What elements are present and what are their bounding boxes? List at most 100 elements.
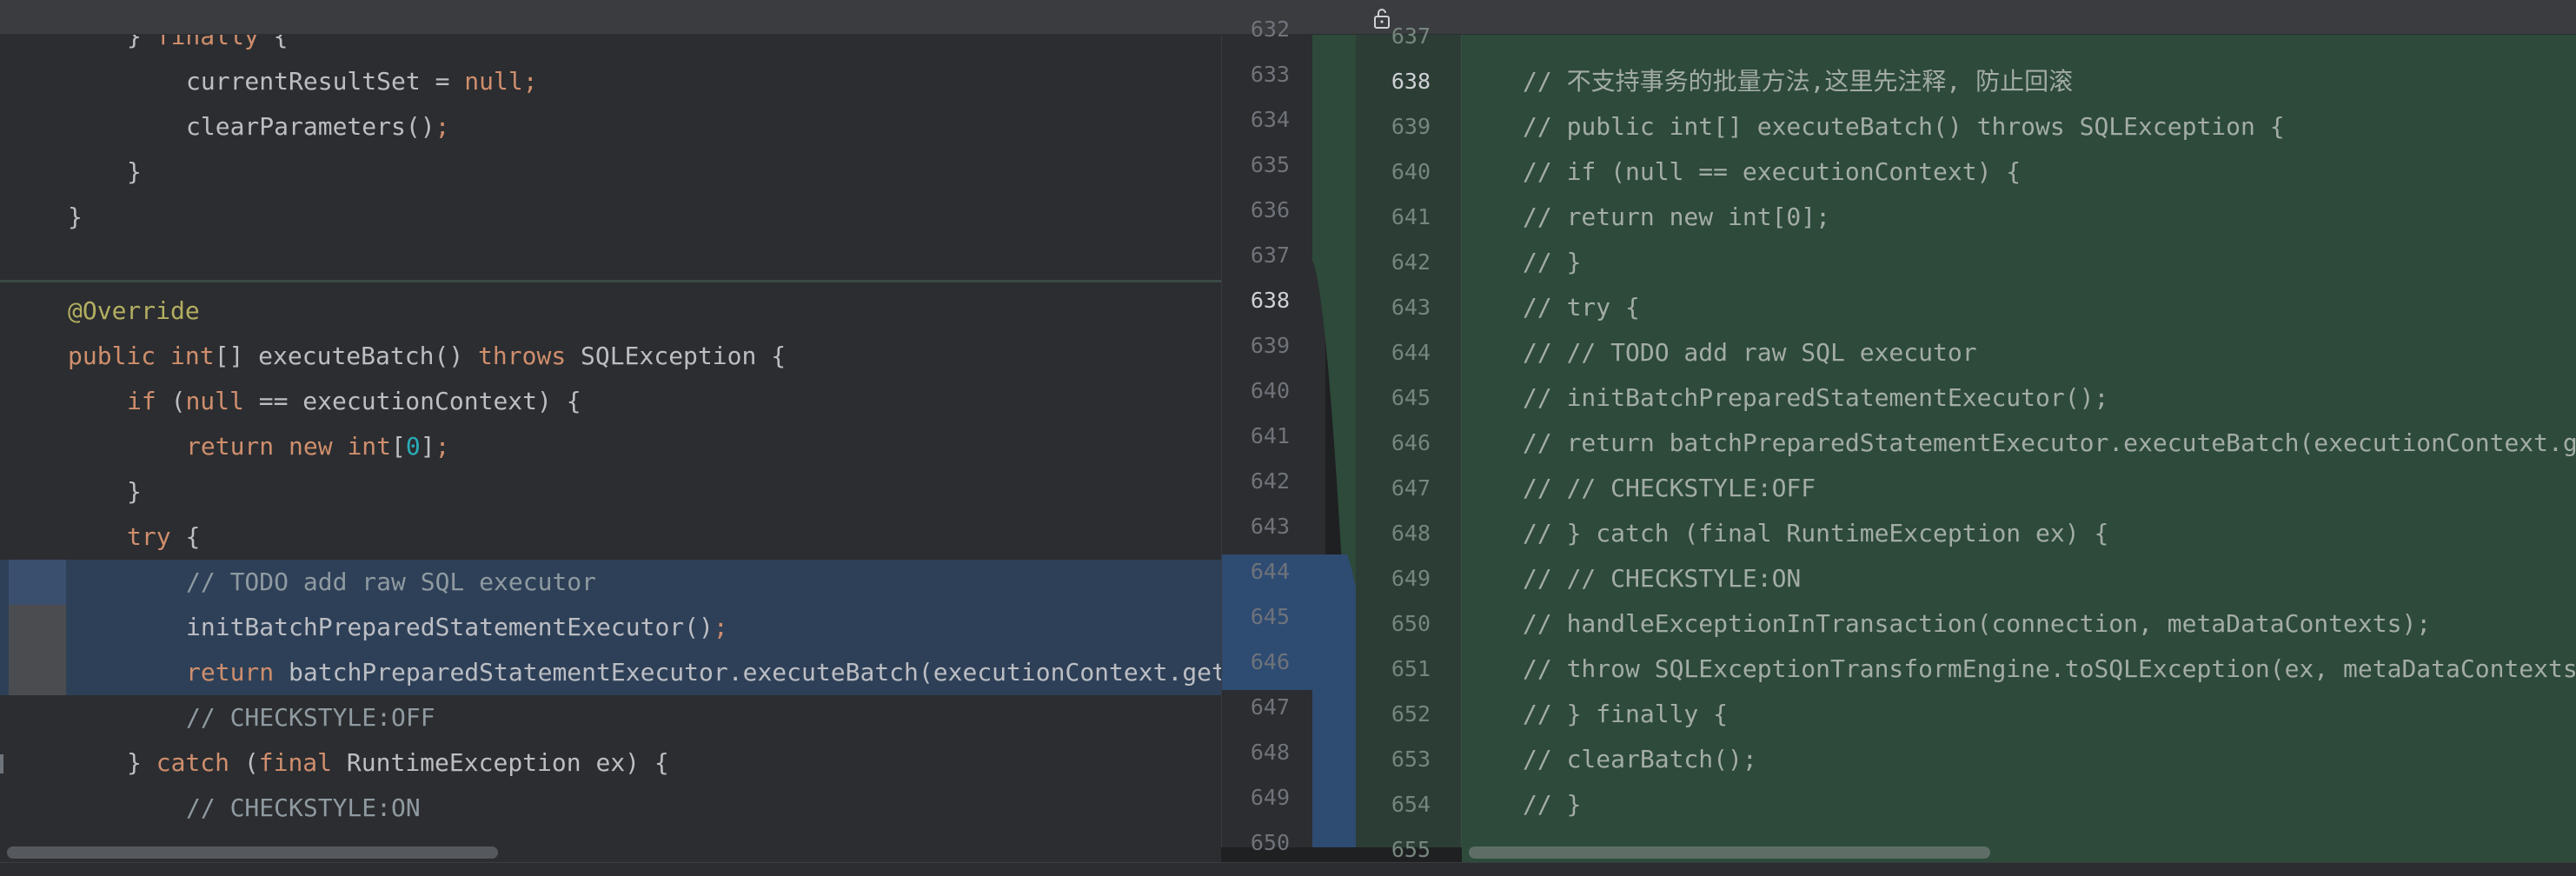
line-number: 638 bbox=[1250, 288, 1290, 313]
code-token: ; bbox=[522, 67, 538, 96]
code-line[interactable]: return new int[0]; bbox=[0, 424, 1221, 469]
line-number: 649 bbox=[1250, 785, 1290, 810]
line-number: 641 bbox=[1250, 423, 1290, 448]
code-line[interactable]: // // CHECKSTYLE:OFF bbox=[1523, 466, 2576, 511]
code-text: } finally { bbox=[127, 35, 288, 59]
code-token: catch bbox=[156, 748, 244, 777]
line-number: 645 bbox=[1391, 385, 1431, 410]
code-token: return bbox=[186, 658, 289, 687]
line-number: 639 bbox=[1250, 333, 1290, 358]
code-line[interactable]: currentResultSet = null; bbox=[0, 59, 1221, 104]
code-line[interactable]: // if (null == executionContext) { bbox=[1523, 149, 2576, 195]
left-horizontal-scrollbar[interactable] bbox=[0, 843, 1221, 862]
line-number: 649 bbox=[1391, 566, 1431, 591]
code-line[interactable]: // handleExceptionInTransaction(connecti… bbox=[1523, 601, 2576, 647]
right-editor-pane[interactable]: // 不支持事务的批量方法,这里先注释, 防止回滚// public int[]… bbox=[1462, 35, 2576, 847]
line-number: 638 bbox=[1391, 69, 1431, 94]
code-token: batchPreparedStatementExecutor.executeBa… bbox=[289, 658, 1221, 687]
code-line[interactable] bbox=[0, 240, 1221, 285]
right-horizontal-scrollbar[interactable] bbox=[1462, 843, 2576, 862]
code-line[interactable]: } bbox=[0, 469, 1221, 514]
code-token: == executionContext) { bbox=[243, 387, 581, 415]
line-number: 647 bbox=[1250, 694, 1290, 720]
code-line[interactable]: // clearBatch(); bbox=[1523, 737, 2576, 782]
code-line[interactable]: // } finally { bbox=[1523, 692, 2576, 737]
code-token: ; bbox=[713, 613, 728, 641]
line-number: 646 bbox=[1391, 430, 1431, 455]
code-token: [ bbox=[391, 432, 406, 461]
line-number: 632 bbox=[1250, 17, 1290, 42]
code-line[interactable]: // CHECKSTYLE:ON bbox=[0, 786, 1221, 831]
code-text: } bbox=[127, 469, 142, 514]
code-token: // CHECKSTYLE:OFF bbox=[186, 703, 435, 732]
code-line[interactable]: // initBatchPreparedStatementExecutor(); bbox=[1523, 375, 2576, 421]
code-line[interactable]: return batchPreparedStatementExecutor.ex… bbox=[0, 650, 1221, 695]
line-number: 639 bbox=[1391, 114, 1431, 139]
line-number: 640 bbox=[1391, 159, 1431, 184]
code-line[interactable]: // public int[] executeBatch() throws SQ… bbox=[1523, 104, 2576, 149]
code-line[interactable]: clearParameters(); bbox=[0, 104, 1221, 149]
code-token: // CHECKSTYLE:ON bbox=[186, 793, 421, 822]
status-bar bbox=[0, 862, 2576, 876]
code-token: ( bbox=[243, 748, 259, 777]
code-line[interactable] bbox=[1523, 35, 2576, 59]
code-line[interactable]: // throw SQLExceptionTransformEngine.toS… bbox=[1523, 647, 2576, 692]
code-text: @Override bbox=[68, 289, 200, 334]
line-number: 650 bbox=[1391, 611, 1431, 636]
code-line[interactable]: try { bbox=[0, 514, 1221, 560]
change-marker bbox=[9, 650, 66, 695]
line-number: 646 bbox=[1250, 649, 1290, 674]
line-number: 648 bbox=[1391, 521, 1431, 546]
line-number: 642 bbox=[1391, 249, 1431, 275]
code-line[interactable]: // TODO add raw SQL executor bbox=[0, 560, 1221, 605]
line-number: 641 bbox=[1391, 204, 1431, 229]
code-token: { bbox=[258, 35, 289, 50]
code-line[interactable]: // } catch (final RuntimeException ex) { bbox=[1523, 511, 2576, 556]
code-line[interactable]: } bbox=[0, 195, 1221, 240]
code-line[interactable]: // } bbox=[1523, 782, 2576, 827]
line-number: 650 bbox=[1250, 830, 1290, 855]
code-line[interactable]: if (null == executionContext) { bbox=[0, 379, 1221, 424]
code-line[interactable]: initBatchPreparedStatementExecutor(); bbox=[0, 605, 1221, 650]
line-number: 644 bbox=[1391, 340, 1431, 365]
scrollbar-thumb[interactable] bbox=[7, 846, 498, 859]
line-number: 648 bbox=[1250, 740, 1290, 765]
line-number: 642 bbox=[1250, 468, 1290, 494]
code-line[interactable]: // return new int[0]; bbox=[1523, 195, 2576, 240]
code-line[interactable]: public int[] executeBatch() throws SQLEx… bbox=[0, 334, 1221, 379]
code-text: return batchPreparedStatementExecutor.ex… bbox=[186, 650, 1221, 695]
code-line[interactable]: // } bbox=[1523, 240, 2576, 285]
code-text: // CHECKSTYLE:OFF bbox=[186, 695, 435, 740]
code-token: finally bbox=[156, 35, 259, 50]
code-token: [] executeBatch() bbox=[214, 342, 479, 370]
code-token: } bbox=[68, 202, 83, 231]
code-token: try bbox=[127, 522, 186, 551]
diff-viewer: } finally {currentResultSet = null; clear… bbox=[0, 0, 2576, 876]
code-token: null bbox=[464, 67, 523, 96]
code-text: clearParameters(); bbox=[186, 104, 449, 149]
code-line[interactable]: // return batchPreparedStatementExecutor… bbox=[1523, 421, 2576, 466]
code-line[interactable]: @Override bbox=[0, 289, 1221, 334]
code-token: public bbox=[68, 342, 171, 370]
code-line[interactable]: } bbox=[0, 149, 1221, 195]
left-editor-pane[interactable]: } finally {currentResultSet = null; clear… bbox=[0, 35, 1221, 847]
code-text: } catch (final RuntimeException ex) { bbox=[127, 740, 669, 786]
code-line[interactable]: } catch (final RuntimeException ex) { bbox=[0, 740, 1221, 786]
code-line[interactable]: // // CHECKSTYLE:ON bbox=[1523, 556, 2576, 601]
code-token: { bbox=[185, 522, 201, 551]
code-line[interactable]: // // TODO add raw SQL executor bbox=[1523, 330, 2576, 375]
scrollbar-thumb[interactable] bbox=[1469, 846, 1990, 859]
line-number: 637 bbox=[1250, 242, 1290, 268]
code-token: ; bbox=[435, 112, 450, 141]
code-line[interactable]: } finally { bbox=[0, 35, 1221, 59]
line-number: 647 bbox=[1391, 475, 1431, 501]
code-line[interactable]: // try { bbox=[1523, 285, 2576, 330]
code-token: currentResultSet = bbox=[186, 67, 465, 96]
code-text: } bbox=[68, 195, 83, 240]
code-token: clearParameters() bbox=[186, 112, 435, 141]
code-token: } bbox=[127, 477, 142, 506]
code-line[interactable]: // 不支持事务的批量方法,这里先注释, 防止回滚 bbox=[1523, 59, 2576, 104]
code-line[interactable]: // CHECKSTYLE:OFF bbox=[0, 695, 1221, 740]
line-number: 644 bbox=[1250, 559, 1290, 584]
code-token: initBatchPreparedStatementExecutor() bbox=[186, 613, 714, 641]
